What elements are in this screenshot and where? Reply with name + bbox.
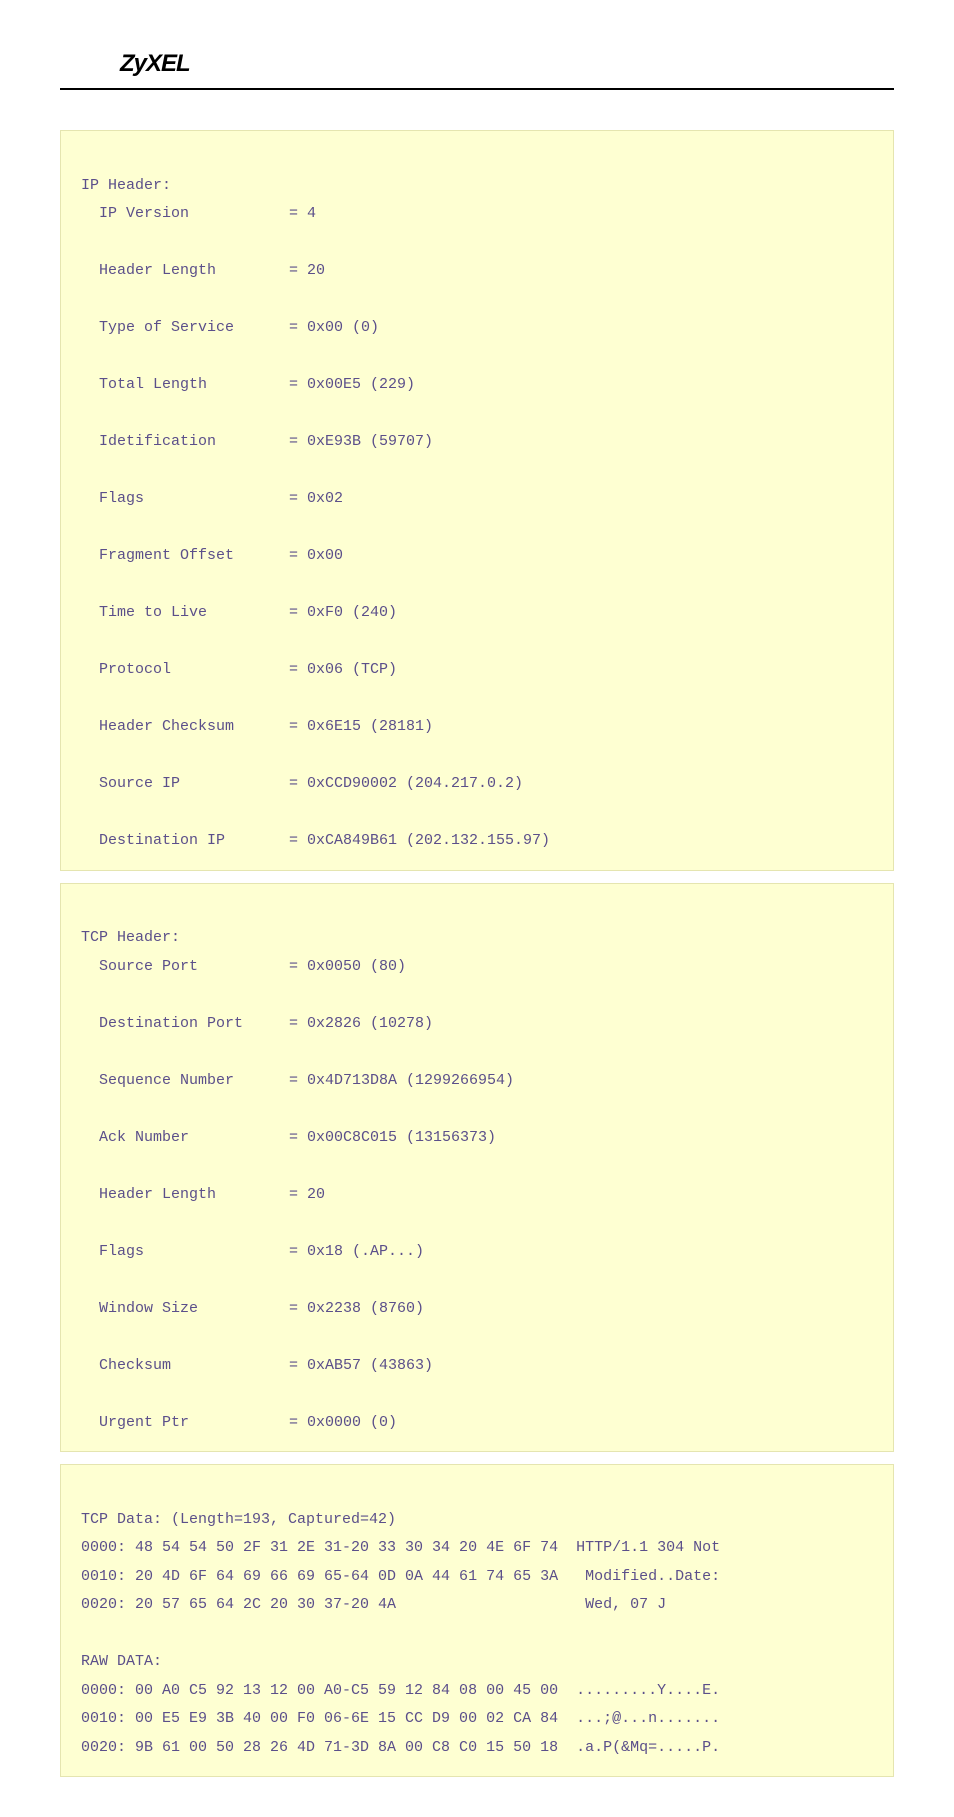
tcp-data-title: TCP Data: (Length=193, Captured=42) [81, 1511, 396, 1528]
ip-header-fields: IP Version= 4 Header Length= 20 Type of … [81, 200, 873, 856]
field-value: = 0x2826 (10278) [289, 1010, 433, 1039]
field-label: Flags [99, 1238, 289, 1267]
tcp-header-fields: Source Port= 0x0050 (80) Destination Por… [81, 953, 873, 1438]
tcp-header-block: TCP Header: Source Port= 0x0050 (80) Des… [60, 883, 894, 1453]
hex-line: 0010: 20 4D 6F 64 69 66 69 65-64 0D 0A 4… [81, 1568, 720, 1585]
field-label: Urgent Ptr [99, 1409, 289, 1438]
field-label: Idetification [99, 428, 289, 457]
tcp-header-title: TCP Header: [81, 929, 180, 946]
field-value: = 0x4D713D8A (1299266954) [289, 1067, 514, 1096]
field-value: = 0x00 (0) [289, 314, 379, 343]
field-label: Fragment Offset [99, 542, 289, 571]
field-label: Header Length [99, 1181, 289, 1210]
field-label: Source IP [99, 770, 289, 799]
field-value: = 0x00C8C015 (13156373) [289, 1124, 496, 1153]
content-area: IP Header: IP Version= 4 Header Length= … [0, 90, 954, 1817]
field-label: Type of Service [99, 314, 289, 343]
field-value: = 0x2238 (8760) [289, 1295, 424, 1324]
field-label: Time to Live [99, 599, 289, 628]
field-label: Flags [99, 485, 289, 514]
field-label: Header Length [99, 257, 289, 286]
field-value: = 0xAB57 (43863) [289, 1352, 433, 1381]
brand-logo: ZyXEL [120, 50, 834, 78]
field-label: Total Length [99, 371, 289, 400]
hex-line: 0020: 20 57 65 64 2C 20 30 37-20 4A Wed,… [81, 1596, 666, 1613]
field-label: Protocol [99, 656, 289, 685]
field-value: = 0x00 [289, 542, 343, 571]
field-value: = 0x00E5 (229) [289, 371, 415, 400]
field-value: = 20 [289, 1181, 325, 1210]
field-value: = 20 [289, 257, 325, 286]
raw-data-title: RAW DATA: [81, 1653, 162, 1670]
hex-line: 0020: 9B 61 00 50 28 26 4D 71-3D 8A 00 C… [81, 1739, 720, 1756]
field-label: Header Checksum [99, 713, 289, 742]
ip-header-block: IP Header: IP Version= 4 Header Length= … [60, 130, 894, 871]
field-label: Destination Port [99, 1010, 289, 1039]
field-label: Sequence Number [99, 1067, 289, 1096]
field-label: Window Size [99, 1295, 289, 1324]
field-value: = 0x18 (.AP...) [289, 1238, 424, 1267]
field-value: = 0xE93B (59707) [289, 428, 433, 457]
field-label: IP Version [99, 200, 289, 229]
field-value: = 0xCCD90002 (204.217.0.2) [289, 770, 523, 799]
hex-line: 0010: 00 E5 E9 3B 40 00 F0 06-6E 15 CC D… [81, 1710, 720, 1727]
field-value: = 0x02 [289, 485, 343, 514]
hex-line: 0000: 48 54 54 50 2F 31 2E 31-20 33 30 3… [81, 1539, 720, 1556]
data-block: TCP Data: (Length=193, Captured=42) 0000… [60, 1464, 894, 1777]
page-header: ZyXEL [60, 0, 894, 90]
field-value: = 0x0050 (80) [289, 953, 406, 982]
field-value: = 4 [289, 200, 316, 229]
ip-header-title: IP Header: [81, 177, 171, 194]
field-value: = 0x6E15 (28181) [289, 713, 433, 742]
hex-line: 0000: 00 A0 C5 92 13 12 00 A0-C5 59 12 8… [81, 1682, 720, 1699]
field-value: = 0xCA849B61 (202.132.155.97) [289, 827, 550, 856]
field-value: = 0xF0 (240) [289, 599, 397, 628]
field-value: = 0x06 (TCP) [289, 656, 397, 685]
field-label: Source Port [99, 953, 289, 982]
field-label: Checksum [99, 1352, 289, 1381]
field-label: Ack Number [99, 1124, 289, 1153]
field-value: = 0x0000 (0) [289, 1409, 397, 1438]
field-label: Destination IP [99, 827, 289, 856]
